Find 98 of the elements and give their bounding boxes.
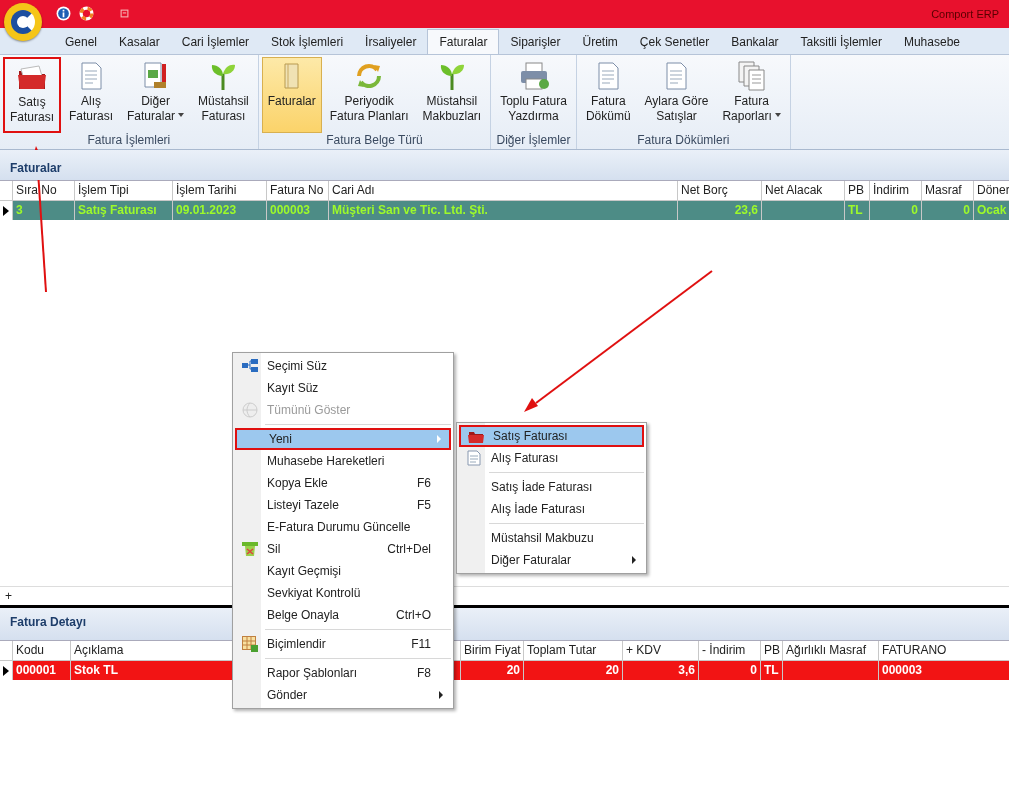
table-cell: 000001 — [13, 661, 71, 680]
window-title: Comport ERP — [931, 7, 999, 20]
ribbon-tab[interactable]: Muhasebe — [892, 30, 971, 54]
ribbon-button[interactable]: Aylara Göre Satışlar — [638, 57, 715, 133]
table-cell: 000003 — [267, 201, 329, 220]
column-header[interactable]: Toplam Tutar — [524, 641, 623, 660]
table-cell: 3 — [13, 201, 75, 220]
menu-item[interactable]: Kayıt Geçmişi — [235, 560, 451, 582]
ribbon-button[interactable]: Faturalar — [261, 57, 322, 133]
ribbon-tab[interactable]: Üretim — [571, 30, 629, 54]
ribbon-tab[interactable]: Çek Senetler — [628, 30, 721, 54]
menu-item[interactable]: Seçimi Süz — [235, 355, 451, 377]
column-header[interactable]: FATURANO — [879, 641, 1009, 660]
folder-icon — [468, 429, 484, 443]
ribbon-button[interactable]: Diğer Faturalar — [121, 57, 191, 133]
column-header[interactable]: - İndirim — [699, 641, 761, 660]
table-cell: 09.01.2023 — [173, 201, 267, 220]
ribbon-button[interactable]: Müstahsil Faturası — [192, 57, 255, 133]
menu-item[interactable]: Müstahsil Makbuzu — [459, 527, 644, 549]
ribbon-tab[interactable]: Genel — [54, 30, 109, 54]
ribbon-button[interactable]: Toplu Fatura Yazdırma — [494, 57, 573, 133]
document-icon — [467, 450, 481, 466]
table-cell: Satış Faturası — [75, 201, 173, 220]
table-cell: 3,6 — [623, 661, 699, 680]
column-header[interactable]: + KDV — [623, 641, 699, 660]
ribbon-button[interactable]: Satış Faturası — [3, 57, 61, 133]
documents-icon — [735, 60, 768, 92]
column-header[interactable]: Net Borç — [678, 181, 762, 200]
trash-icon — [241, 541, 259, 557]
menu-item[interactable]: Yeni — [235, 428, 451, 450]
ribbon-button[interactable]: Fatura Raporları — [716, 57, 787, 133]
column-header[interactable]: Döner — [974, 181, 1009, 200]
menu-item[interactable]: E-Fatura Durumu Güncelle — [235, 516, 451, 538]
row-indicator-icon — [3, 665, 9, 676]
row-indicator-icon — [3, 205, 9, 216]
ribbon-button[interactable]: Alış Faturası — [63, 57, 120, 133]
table-cell: 000003 — [879, 661, 1009, 680]
ribbon-button[interactable]: Periyodik Fatura Planları — [323, 57, 415, 133]
info-icon[interactable] — [56, 6, 71, 21]
table-cell: TL — [845, 201, 870, 220]
column-header[interactable]: PB — [845, 181, 870, 200]
table-format-icon — [242, 636, 258, 652]
ribbon-button[interactable]: Müstahsil Makbuzları — [416, 57, 488, 133]
new-row-button[interactable]: + — [0, 589, 12, 603]
submenu-arrow-icon — [632, 556, 636, 564]
column-header[interactable]: Cari Adı — [329, 181, 678, 200]
menu-item[interactable]: Diğer Faturalar — [459, 549, 644, 571]
menu-item[interactable]: Sil Ctrl+Del — [235, 538, 451, 560]
table-cell: 20 — [461, 661, 524, 680]
ribbon-tab[interactable]: Stok İşlemleri — [260, 30, 355, 54]
table-cell: 23,6 — [678, 201, 762, 220]
column-header[interactable]: İşlem Tarihi — [173, 181, 267, 200]
table-cell: 20 — [524, 661, 623, 680]
ribbon-tab[interactable]: İrsaliyeler — [354, 30, 428, 54]
menu-item[interactable]: Sevkiyat Kontrolü — [235, 582, 451, 604]
ribbon-group-label: Fatura Dökümleri — [636, 133, 731, 149]
app-logo-icon[interactable] — [4, 3, 42, 41]
column-header[interactable]: İndirim — [870, 181, 922, 200]
menu-item[interactable]: Satış İade Faturası — [459, 476, 644, 498]
submenu-arrow-icon — [439, 691, 443, 699]
table-cell: 0 — [699, 661, 761, 680]
table-cell: 0 — [870, 201, 922, 220]
ribbon-tab[interactable]: Bankalar — [720, 30, 790, 54]
table-cell: Müşteri San ve Tic. Ltd. Şti. — [329, 201, 678, 220]
ribbon-group-label: Diğer İşlemler — [495, 133, 572, 149]
ribbon-tab[interactable]: Taksitli İşlemler — [789, 30, 893, 54]
table-cell: 0 — [922, 201, 974, 220]
column-header[interactable]: İşlem Tipi — [75, 181, 173, 200]
ribbon-group-label: Fatura Belge Türü — [325, 133, 424, 149]
menu-item[interactable]: Muhasebe Hareketleri — [235, 450, 451, 472]
column-header[interactable]: Sıra No — [13, 181, 75, 200]
menu-item[interactable]: Listeyi Tazele F5 — [235, 494, 451, 516]
column-header[interactable]: Birim Fiyat — [461, 641, 524, 660]
column-header[interactable]: Net Alacak — [762, 181, 845, 200]
menu-item[interactable]: Alış Faturası — [459, 447, 644, 469]
column-header[interactable]: Kodu — [13, 641, 71, 660]
lifebuoy-icon[interactable] — [79, 6, 94, 21]
ribbon-group-label: Fatura İşlemleri — [86, 133, 172, 149]
column-header[interactable]: Ağırlıklı Masraf — [783, 641, 879, 660]
ribbon-tab[interactable]: Kasalar — [108, 30, 171, 54]
column-header[interactable]: PB — [761, 641, 783, 660]
column-header[interactable]: Fatura No — [267, 181, 329, 200]
ribbon-tab[interactable]: Faturalar — [427, 29, 500, 54]
menu-item[interactable]: Alış İade Faturası — [459, 498, 644, 520]
ribbon-tab[interactable]: Cari İşlemler — [170, 30, 261, 54]
panel-header: Faturalar — [0, 150, 1009, 180]
column-header[interactable]: Masraf — [922, 181, 974, 200]
menu-item[interactable]: Kayıt Süz — [235, 377, 451, 399]
ribbon-button[interactable]: Fatura Dökümü — [579, 57, 637, 133]
globe-icon — [242, 402, 258, 418]
menu-item[interactable]: Kopya Ekle F6 — [235, 472, 451, 494]
tree-icon — [242, 359, 258, 373]
menu-item[interactable]: Gönder — [235, 684, 451, 706]
table-cell: Ocak — [974, 201, 1009, 220]
ribbon-tab[interactable]: Siparişler — [499, 30, 572, 54]
menu-item[interactable]: Satış Faturası — [459, 425, 644, 447]
table-cell: TL — [761, 661, 783, 680]
submenu-arrow-icon — [437, 435, 441, 443]
